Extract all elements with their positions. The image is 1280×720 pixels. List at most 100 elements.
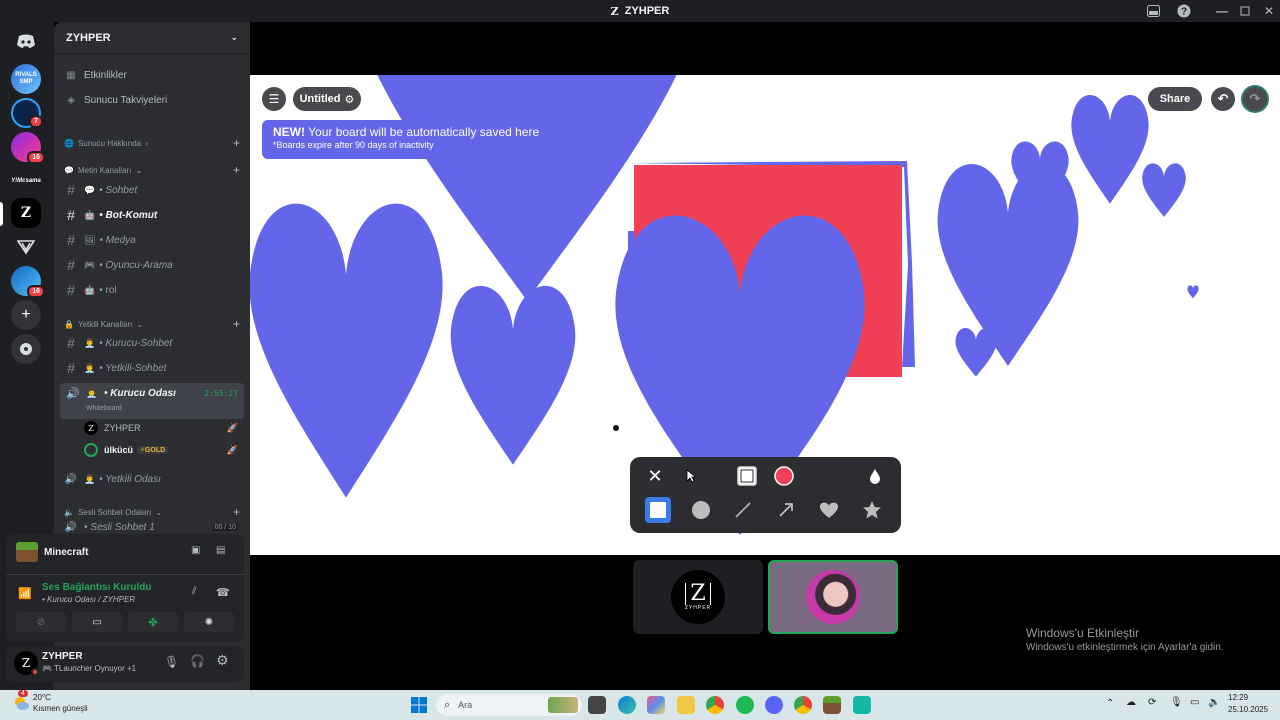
edge-icon[interactable] bbox=[618, 696, 636, 714]
voice-member[interactable]: Z ZYHPER 🚀 bbox=[84, 417, 244, 439]
server-icon-2[interactable]: 7 bbox=[11, 98, 43, 128]
chrome-icon[interactable] bbox=[706, 696, 724, 714]
connection-status[interactable]: Ses Bağlantısı Kuruldu bbox=[42, 582, 151, 593]
inbox-icon[interactable] bbox=[1145, 3, 1161, 19]
share-button[interactable]: Share bbox=[1148, 87, 1202, 111]
volume-icon[interactable]: 🔈 bbox=[1208, 697, 1220, 708]
cloud-icon[interactable]: ☁ bbox=[1126, 697, 1136, 708]
spotify-icon[interactable] bbox=[736, 696, 754, 714]
line-tool-icon[interactable] bbox=[730, 497, 756, 523]
microphone-icon[interactable]: 🎙 bbox=[164, 655, 179, 669]
drop-icon[interactable] bbox=[862, 463, 888, 489]
channel-medya[interactable]: # 🖼 • Medya bbox=[62, 229, 244, 251]
minimize-icon[interactable]: — bbox=[1214, 3, 1230, 19]
server-icon-7[interactable]: 16 bbox=[11, 266, 45, 298]
server-icon-zyhper[interactable]: Z bbox=[11, 198, 41, 228]
category-text[interactable]: 💬 Metin Kanalları ⌄ + bbox=[64, 163, 242, 177]
chevron-up-icon[interactable]: ⌃ bbox=[1106, 698, 1114, 709]
activities-button[interactable]: ✤ bbox=[128, 612, 178, 632]
close-icon[interactable]: ✕ bbox=[642, 463, 668, 489]
add-channel-icon[interactable]: + bbox=[233, 163, 240, 177]
color-swatch-red[interactable] bbox=[771, 463, 797, 489]
minecraft-icon[interactable] bbox=[823, 696, 841, 714]
category-voice[interactable]: 🔈 Sesli Sohbet Odaları ⌄ + bbox=[64, 505, 242, 519]
channel-yetkili-sohbet[interactable]: # 👨‍💼 • Yetkili-Sohbet bbox=[62, 357, 244, 379]
hamburger-icon: ☰ bbox=[268, 92, 280, 106]
copilot-icon[interactable] bbox=[647, 696, 665, 714]
rocket-icon: 🚀 bbox=[226, 444, 238, 455]
screen-share-button[interactable]: ▭ bbox=[72, 612, 122, 632]
user-status: 🎮 TLauncher Oynuyor +1 bbox=[42, 664, 137, 673]
server-icon-1[interactable]: RIVALS SMP bbox=[11, 64, 41, 94]
settings-gear-icon[interactable]: ⚙ bbox=[216, 652, 229, 669]
channel-kurucu-sohbet[interactable]: # 👨‍💼 • Kurucu-Sohbet bbox=[62, 332, 244, 354]
activity-card-icon[interactable]: ▣ bbox=[191, 545, 200, 556]
whiteboard-canvas[interactable]: ☰ Untitled ⚙ NEW! Your board will be aut… bbox=[250, 75, 1280, 555]
channel-sesli-sohbet-1[interactable]: 🔊 • Sesli Sohbet 1 00 / 10 bbox=[62, 520, 244, 534]
circle-tool-icon[interactable] bbox=[688, 497, 714, 523]
fill-square-icon[interactable] bbox=[734, 463, 760, 489]
discord-icon[interactable] bbox=[765, 696, 783, 714]
voice-member[interactable]: ülkücü ⚡GOLD 🚀 bbox=[84, 439, 244, 461]
explore-icon[interactable] bbox=[11, 334, 41, 364]
app-icon[interactable] bbox=[853, 696, 871, 714]
server-header[interactable]: ZYHPER ⌄ bbox=[54, 22, 250, 54]
sidebar-item-events[interactable]: ▦ Etkinlikler bbox=[62, 64, 244, 86]
close-window-icon[interactable]: ✕ bbox=[1261, 3, 1277, 19]
sync-icon[interactable]: ⟳ bbox=[1148, 697, 1156, 708]
channel-rol[interactable]: # 🤖 • rol bbox=[62, 279, 244, 301]
participant-tile-zyhper[interactable]: Z ZYHPER bbox=[633, 560, 763, 634]
redo-button[interactable]: ↷ bbox=[1243, 87, 1267, 111]
menu-button[interactable]: ☰ bbox=[262, 87, 286, 111]
microphone-icon[interactable]: 🎙 bbox=[1170, 697, 1183, 708]
server-icon-3[interactable]: 16 bbox=[11, 132, 45, 164]
add-channel-icon[interactable]: + bbox=[233, 136, 240, 150]
discord-home-icon[interactable] bbox=[11, 26, 41, 56]
add-channel-icon[interactable]: + bbox=[233, 505, 240, 519]
task-view-icon[interactable] bbox=[588, 696, 606, 714]
square-tool-icon[interactable] bbox=[645, 497, 671, 523]
boost-icon: ◈ bbox=[67, 94, 75, 106]
server-icon-6[interactable] bbox=[11, 232, 41, 262]
channel-bot-komut[interactable]: # 🤖 • Bot-Komut bbox=[62, 204, 244, 226]
username: ZYHPER bbox=[42, 651, 83, 662]
noise-suppression-icon[interactable]: ⫽ bbox=[192, 586, 196, 597]
add-server-icon[interactable]: + bbox=[11, 300, 41, 330]
undo-button[interactable]: ↶ bbox=[1211, 87, 1235, 111]
sidebar-item-boosts[interactable]: ◈ Sunucu Takviyeleri bbox=[62, 89, 244, 111]
category-about[interactable]: 🌐 Sunucu Hakkında › + bbox=[64, 136, 242, 150]
selected-server-indicator bbox=[0, 202, 3, 226]
channel-oyuncu-arama[interactable]: # 🎮 • Oyuncu-Arama bbox=[62, 254, 244, 276]
clock-time[interactable]: 12:29 bbox=[1228, 693, 1248, 702]
windows-start-icon[interactable] bbox=[410, 696, 428, 714]
zyhper-logo-icon: Z bbox=[610, 4, 619, 18]
file-explorer-icon[interactable] bbox=[677, 696, 695, 714]
help-icon[interactable]: ? bbox=[1176, 3, 1192, 19]
disconnect-icon[interactable]: ☎ bbox=[216, 586, 230, 599]
active-voice-channel[interactable]: 🔊 👨‍💼 • Kurucu Odası 2:55:27 Whiteboard bbox=[60, 383, 244, 419]
server-icon-4[interactable]: Y!Mcsama bbox=[11, 166, 41, 196]
headphones-icon[interactable]: 🎧 bbox=[190, 654, 205, 668]
arrow-tool-icon[interactable] bbox=[773, 497, 799, 523]
board-name-button[interactable]: Untitled ⚙ bbox=[293, 87, 361, 111]
star-tool-icon[interactable] bbox=[859, 497, 885, 523]
status-dot bbox=[31, 668, 39, 676]
soundboard-button[interactable]: ✺ bbox=[184, 612, 234, 632]
clock-date[interactable]: 25.10.2025 bbox=[1228, 705, 1268, 714]
category-staff[interactable]: 🔒 Yetkili Kanalları ⌄ + bbox=[64, 317, 242, 331]
channel-yetkili-odasi[interactable]: 🔊 👨‍💼 • Yetkili Odası bbox=[62, 468, 244, 490]
chrome-profile-icon[interactable] bbox=[794, 696, 812, 714]
taskbar-search[interactable]: ⌕ Ara bbox=[436, 694, 582, 716]
cursor-icon[interactable] bbox=[678, 463, 704, 489]
participant-tile-2[interactable] bbox=[768, 560, 898, 634]
controller-icon[interactable]: ▤ bbox=[216, 545, 225, 556]
camera-off-button[interactable]: ⊘ bbox=[16, 612, 66, 632]
maximize-icon[interactable] bbox=[1237, 3, 1253, 19]
person-icon: 👨‍💼 bbox=[84, 337, 96, 348]
speaker-icon: 🔊 bbox=[66, 388, 80, 400]
weather-icon[interactable]: 4 bbox=[12, 690, 30, 712]
channel-sohbet[interactable]: # 💬 • Sohbet bbox=[62, 179, 244, 201]
add-channel-icon[interactable]: + bbox=[233, 317, 240, 331]
heart-tool-icon[interactable] bbox=[816, 497, 842, 523]
display-icon[interactable]: ▭ bbox=[1190, 697, 1199, 708]
